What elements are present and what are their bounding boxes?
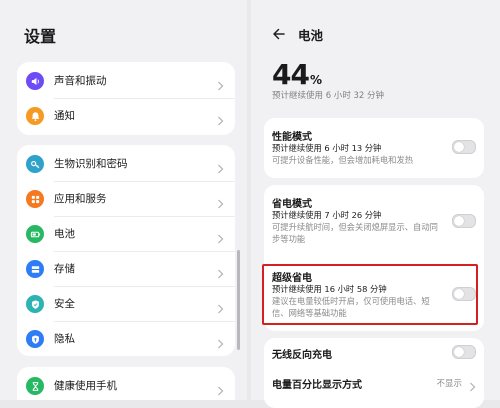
settings-item-notify[interactable]: 通知	[17, 99, 235, 133]
battery-page-title: 电池	[298, 28, 324, 43]
settings-group-sound-notify: 声音和振动 通知	[17, 62, 235, 135]
mode-estimate: 预计继续使用 7 小时 26 分钟	[272, 210, 382, 220]
mode-title: 性能模式	[272, 132, 312, 143]
chevron-right-icon	[217, 381, 224, 396]
battery-percent-value: 44	[272, 58, 310, 91]
settings-item-sound[interactable]: 声音和振动	[17, 64, 235, 98]
mode-estimate: 预计继续使用 6 小时 13 分钟	[272, 143, 382, 153]
settings-item-privacy[interactable]: 隐私	[17, 322, 235, 356]
settings-panel: 设置 声音和振动 通知 生物识别和密码 应用和服务 电池 存储 安全 隐私 健康…	[0, 0, 247, 400]
chevron-right-icon	[217, 159, 224, 174]
toggle-knob	[454, 347, 464, 357]
speaker-icon	[26, 72, 44, 90]
settings-item-label: 生物识别和密码	[54, 158, 128, 170]
wireless-reverse-charging-label: 无线反向充电	[272, 350, 332, 361]
chevron-right-icon	[217, 229, 224, 244]
mode-description: 可提升设备性能，但会增加耗电和发热	[272, 155, 414, 165]
scrollbar[interactable]	[237, 250, 240, 350]
power-saving-toggle[interactable]	[452, 214, 476, 228]
settings-item-label: 隐私	[54, 333, 75, 345]
toggle-knob	[454, 216, 464, 226]
settings-item-label: 存储	[54, 263, 75, 275]
settings-item-label: 声音和振动	[54, 75, 107, 87]
settings-item-label: 通知	[54, 110, 75, 122]
settings-item-label: 健康使用手机	[54, 380, 117, 392]
shield-check-icon	[26, 295, 44, 313]
highlight-box	[262, 264, 478, 325]
percent-display-label[interactable]: 电量百分比显示方式	[272, 376, 362, 391]
settings-group-system: 生物识别和密码 应用和服务 电池 存储 安全 隐私	[17, 145, 235, 356]
settings-item-storage[interactable]: 存储	[17, 252, 235, 286]
settings-title: 设置	[24, 27, 57, 46]
apps-grid-icon	[26, 190, 44, 208]
battery-percentage: 44%	[272, 58, 322, 91]
battery-icon	[26, 225, 44, 243]
settings-item-battery[interactable]: 电池	[17, 217, 235, 251]
chevron-right-icon	[217, 76, 224, 91]
mode-title: 省电模式	[272, 199, 312, 210]
settings-item-label: 安全	[54, 298, 75, 310]
chevron-right-icon	[217, 194, 224, 209]
toggle-knob	[454, 142, 464, 152]
performance-mode-toggle[interactable]	[452, 140, 476, 154]
chevron-right-icon	[217, 299, 224, 314]
settings-item-apps[interactable]: 应用和服务	[17, 182, 235, 216]
mode-description: 可提升续航时间，但会关闭熄屏显示、自动同步等功能	[272, 222, 438, 244]
settings-item-biometrics[interactable]: 生物识别和密码	[17, 147, 235, 181]
battery-options-card: 无线反向充电 电量百分比显示方式 不显示	[264, 338, 484, 408]
back-arrow-icon[interactable]	[270, 25, 288, 43]
storage-icon	[26, 260, 44, 278]
chevron-right-icon	[469, 377, 476, 392]
chevron-right-icon	[217, 264, 224, 279]
privacy-shield-icon	[26, 330, 44, 348]
percent-display-value[interactable]: 不显示	[436, 377, 462, 389]
chevron-right-icon	[217, 111, 224, 126]
settings-item-label: 电池	[54, 228, 75, 240]
key-icon	[26, 155, 44, 173]
settings-item-security[interactable]: 安全	[17, 287, 235, 321]
performance-mode-card[interactable]: 性能模式 预计继续使用 6 小时 13 分钟 可提升设备性能，但会增加耗电和发热	[264, 118, 484, 178]
chevron-right-icon	[217, 334, 224, 349]
bell-icon	[26, 107, 44, 125]
battery-percent-unit: %	[309, 73, 322, 87]
battery-estimate: 预计继续使用 6 小时 32 分钟	[272, 91, 385, 101]
wireless-reverse-charging-toggle[interactable]	[452, 345, 476, 359]
settings-group-health: 健康使用手机	[17, 367, 235, 400]
hourglass-icon	[26, 377, 44, 395]
settings-item-label: 应用和服务	[54, 193, 107, 205]
settings-item-digital-balance[interactable]: 健康使用手机	[17, 369, 235, 400]
